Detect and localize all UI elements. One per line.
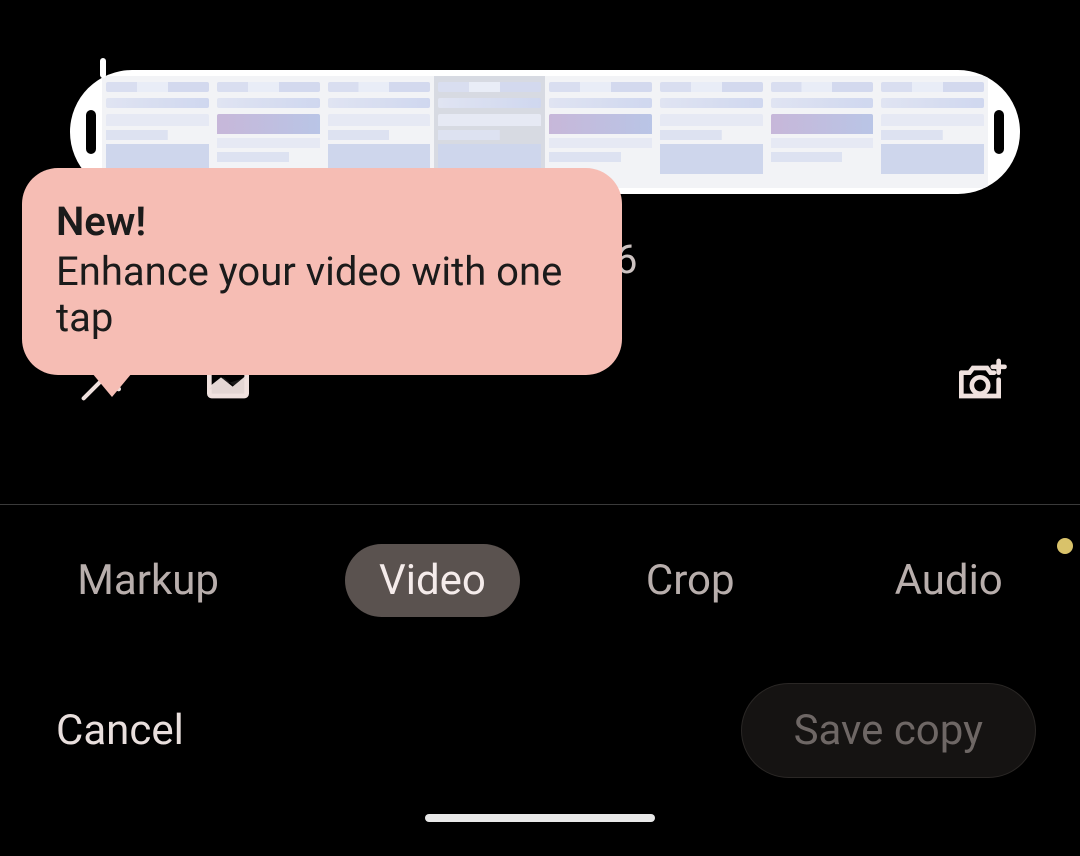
- save-label: Save copy: [794, 706, 983, 755]
- enhance-tooltip: New! Enhance your video with one tap: [22, 168, 622, 375]
- camera-plus-icon: [952, 354, 1008, 410]
- tab-label: Crop: [646, 556, 735, 605]
- gesture-bar[interactable]: [425, 814, 655, 822]
- cancel-label: Cancel: [56, 706, 184, 755]
- divider: [0, 504, 1080, 505]
- trim-end-handle[interactable]: [994, 110, 1004, 154]
- tab-markup[interactable]: Markup: [43, 544, 253, 617]
- editor-tabs: Markup Video Crop Audio: [0, 540, 1080, 620]
- trim-start-handle[interactable]: [86, 110, 96, 154]
- filmstrip-frame: [656, 76, 767, 188]
- tooltip-body: Enhance your video with one tap: [56, 249, 578, 341]
- cancel-button[interactable]: Cancel: [56, 706, 184, 755]
- filmstrip-frame: [877, 76, 988, 188]
- save-copy-button[interactable]: Save copy: [741, 683, 1036, 778]
- tab-label: Video: [379, 556, 486, 605]
- playhead-indicator[interactable]: [100, 58, 106, 78]
- filmstrip-frame: [767, 76, 878, 188]
- tab-video[interactable]: Video: [345, 544, 520, 617]
- tab-crop[interactable]: Crop: [612, 544, 769, 617]
- notification-dot-icon: [1057, 538, 1073, 554]
- export-frame-button[interactable]: [944, 346, 1016, 418]
- tooltip-tail: [92, 373, 132, 397]
- bottom-actions: Cancel Save copy: [0, 680, 1080, 780]
- tab-label: Audio: [895, 556, 1003, 605]
- tab-label: Markup: [77, 556, 219, 605]
- tab-audio[interactable]: Audio: [861, 544, 1037, 617]
- tooltip-title: New!: [56, 198, 578, 245]
